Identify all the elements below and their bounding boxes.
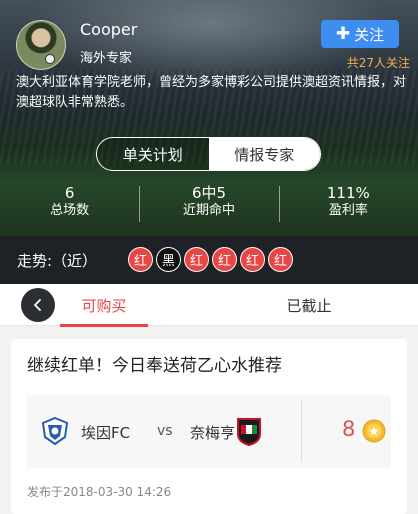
home-team-name: 埃因FC (81, 424, 131, 442)
expert-header: Cooper 海外专家 ✚ 关注 共27人关注 澳大利亚体育学院老师，曾经为多家… (0, 0, 418, 236)
back-button[interactable] (21, 288, 55, 322)
trend-results: 红黑红红红红 (128, 247, 293, 272)
stats-row: 6 总场数 6中5 近期命中 111% 盈利率 (0, 184, 418, 224)
stat-profit-rate: 111% 盈利率 (278, 184, 418, 224)
vs-label: vs (157, 423, 173, 439)
expert-title: 海外专家 (80, 51, 133, 66)
stat-recent-hits: 6中5 近期命中 (139, 184, 278, 224)
away-team-name: 奈梅亨 (190, 424, 236, 442)
purchase-tabs: 可购买 已截止 (0, 284, 418, 327)
stat-value: 6中5 (191, 184, 227, 202)
stat-label: 近期命中 (182, 203, 235, 218)
stat-label: 总场数 (50, 203, 90, 218)
stat-total-matches: 6 总场数 (0, 184, 139, 224)
tab-available[interactable]: 可购买 (60, 284, 148, 327)
publish-time: 发布于2018-03-30 14:26 (27, 485, 172, 499)
plan-card[interactable]: 继续红单！今日奉送荷乙心水推荐 埃因FC vs 奈梅亨 8 发布于2018-03… (11, 339, 407, 514)
plan-type-switch: 单关计划 情报专家 (96, 137, 321, 171)
follow-label: 关注 (354, 25, 385, 44)
match-info: 埃因FC vs 奈梅亨 8 (26, 395, 391, 468)
trend-result-red: 红 (128, 247, 153, 272)
chevron-left-icon (34, 299, 41, 311)
expert-description: 澳大利亚体育学院老师，曾经为多家博彩公司提供澳超资讯情报，对澳超球队非常熟悉。 (16, 75, 407, 110)
follower-count: 共27人关注 (346, 56, 410, 70)
plan-price: 8 (342, 417, 356, 441)
away-team-crest-icon (237, 418, 261, 446)
trend-result-red: 红 (240, 247, 265, 272)
tab-single-plan[interactable]: 单关计划 (97, 138, 209, 170)
plus-icon: ✚ (335, 23, 351, 44)
trend-result-red: 红 (212, 247, 237, 272)
tab-closed[interactable]: 已截止 (266, 284, 352, 326)
home-team-crest-icon (41, 416, 69, 446)
trend-result-red: 红 (268, 247, 293, 272)
trend-result-black: 黑 (156, 247, 181, 272)
trend-label: 走势:（近） (17, 252, 98, 270)
coin-icon (362, 419, 386, 443)
plan-title: 继续红单！今日奉送荷乙心水推荐 (27, 356, 282, 376)
stat-value: 6 (64, 184, 75, 202)
expert-name: Cooper (80, 20, 138, 39)
avatar[interactable] (16, 20, 66, 70)
tab-intel-expert[interactable]: 情报专家 (208, 138, 320, 170)
stat-value: 111% (326, 184, 370, 202)
stat-label: 盈利率 (328, 203, 368, 218)
follow-button[interactable]: ✚ 关注 (321, 20, 399, 48)
trend-result-red: 红 (184, 247, 209, 272)
trend-bar: 走势:（近） 红黑红红红红 (0, 236, 418, 284)
